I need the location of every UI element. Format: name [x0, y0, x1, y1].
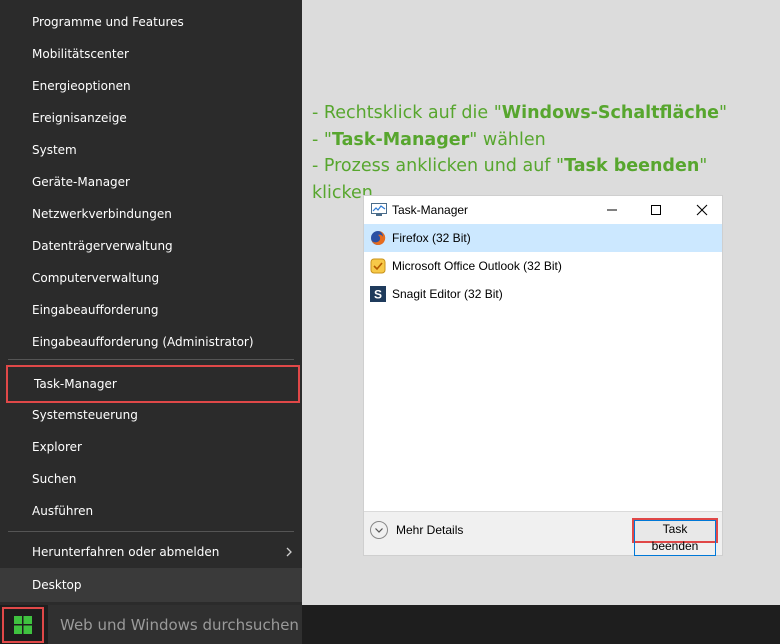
- menu-item-system[interactable]: System: [0, 134, 302, 166]
- menu-item-power-options[interactable]: Energieoptionen: [0, 70, 302, 102]
- minimize-icon[interactable]: [604, 202, 620, 218]
- instructions: - Rechtsklick auf die "Windows-Schaltflä…: [312, 100, 772, 206]
- menu-separator: [8, 359, 294, 360]
- app-name: Firefox (32 Bit): [392, 231, 471, 245]
- menu-item-shutdown[interactable]: Herunterfahren oder abmelden: [0, 536, 302, 568]
- menu-item-computer-management[interactable]: Computerverwaltung: [0, 262, 302, 294]
- close-icon[interactable]: [694, 202, 710, 218]
- search-box[interactable]: Web und Windows durchsuchen: [48, 605, 302, 644]
- menu-item-task-manager[interactable]: Task-Manager: [6, 365, 300, 403]
- outlook-icon: [370, 258, 386, 274]
- menu-item-run[interactable]: Ausführen: [0, 495, 302, 527]
- title-bar: Task-Manager: [364, 196, 722, 224]
- menu-item-command-prompt[interactable]: Eingabeaufforderung: [0, 294, 302, 326]
- window-title: Task-Manager: [392, 203, 469, 217]
- menu-separator: [8, 531, 294, 532]
- task-manager-window: Task-Manager Firefox (32 Bit) Microsoft …: [363, 195, 723, 556]
- instruction-line-1: - Rechtsklick auf die "Windows-Schaltflä…: [312, 103, 728, 123]
- menu-item-command-prompt-admin[interactable]: Eingabeaufforderung (Administrator): [0, 326, 302, 358]
- menu-item-search[interactable]: Suchen: [0, 463, 302, 495]
- expand-circle-icon: [370, 521, 388, 539]
- menu-item-disk-management[interactable]: Datenträgerverwaltung: [0, 230, 302, 262]
- menu-item-device-manager[interactable]: Geräte-Manager: [0, 166, 302, 198]
- context-menu: Programme und Features Mobilitätscenter …: [0, 0, 302, 605]
- app-name: Microsoft Office Outlook (32 Bit): [392, 259, 562, 273]
- snagit-icon: S: [370, 286, 386, 302]
- firefox-icon: [371, 230, 386, 245]
- menu-item-network-connections[interactable]: Netzwerkverbindungen: [0, 198, 302, 230]
- more-details-toggle[interactable]: Mehr Details: [370, 520, 463, 540]
- end-task-button[interactable]: Task beenden: [632, 518, 718, 556]
- menu-item-shutdown-label: Herunterfahren oder abmelden: [32, 545, 220, 559]
- more-details-label: Mehr Details: [396, 523, 464, 537]
- app-row-outlook[interactable]: Microsoft Office Outlook (32 Bit): [364, 252, 722, 280]
- menu-item-control-panel[interactable]: Systemsteuerung: [0, 399, 302, 431]
- app-row-firefox[interactable]: Firefox (32 Bit): [364, 224, 722, 252]
- menu-item-explorer[interactable]: Explorer: [0, 431, 302, 463]
- start-button[interactable]: [2, 607, 44, 643]
- svg-text:S: S: [374, 288, 382, 302]
- task-manager-icon: [371, 203, 387, 216]
- maximize-icon[interactable]: [648, 202, 664, 218]
- windows-logo-icon: [14, 616, 32, 634]
- menu-item-mobility-center[interactable]: Mobilitätscenter: [0, 38, 302, 70]
- end-task-label: Task beenden: [634, 520, 716, 556]
- chevron-right-icon: [286, 547, 292, 557]
- window-footer: Mehr Details Task beenden: [364, 511, 722, 556]
- taskbar: Web und Windows durchsuchen: [0, 605, 780, 644]
- menu-item-event-viewer[interactable]: Ereignisanzeige: [0, 102, 302, 134]
- menu-item-programs-features[interactable]: Programme und Features: [0, 6, 302, 38]
- instruction-line-2: - "Task-Manager" wählen: [312, 129, 546, 150]
- app-row-snagit[interactable]: S Snagit Editor (32 Bit): [364, 280, 722, 308]
- app-name: Snagit Editor (32 Bit): [392, 287, 503, 301]
- menu-item-desktop[interactable]: Desktop: [0, 568, 302, 602]
